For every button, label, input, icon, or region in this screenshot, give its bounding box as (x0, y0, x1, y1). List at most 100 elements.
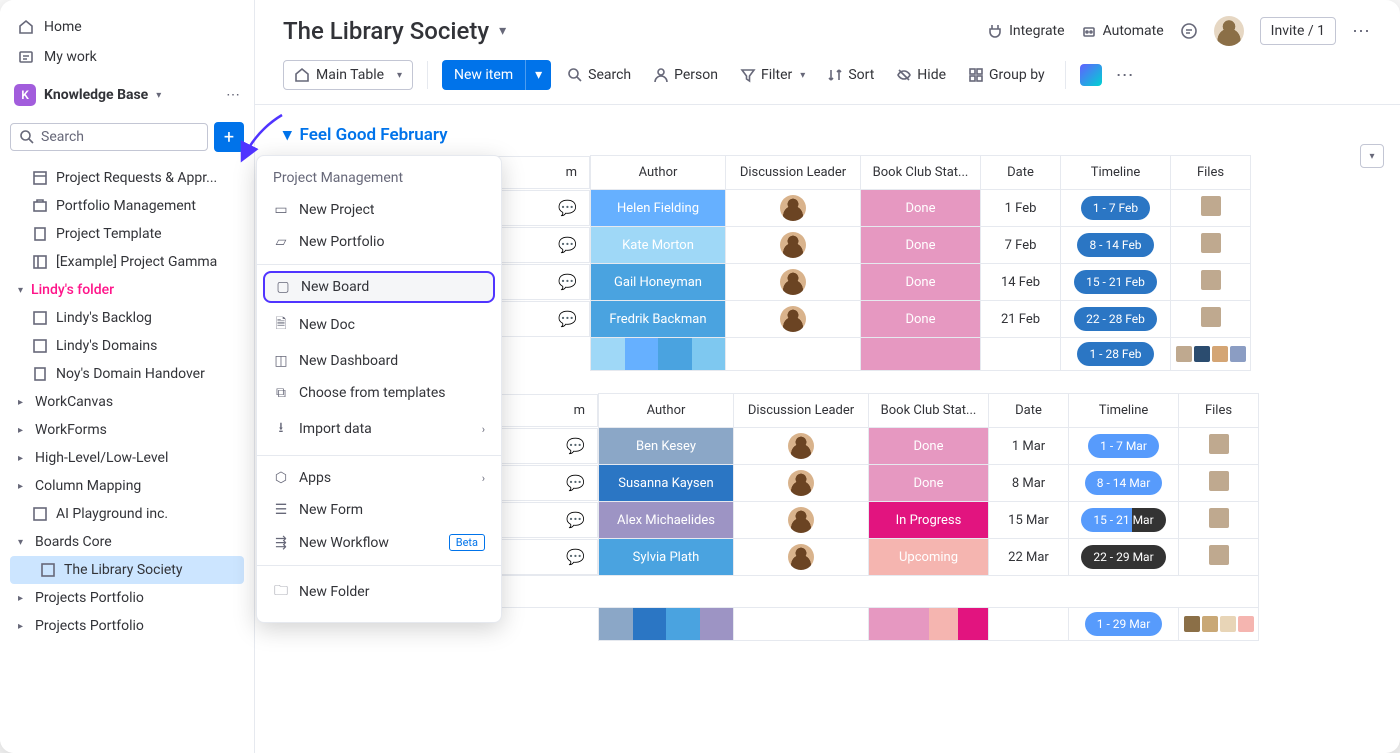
leader-cell[interactable] (726, 190, 861, 227)
chat-icon[interactable]: 💬 (566, 511, 585, 529)
add-button[interactable]: + (214, 122, 244, 152)
header-more[interactable]: ⋯ (1352, 21, 1372, 42)
timeline-cell[interactable]: 22 - 29 Mar (1069, 539, 1179, 576)
timeline-cell[interactable]: 8 - 14 Mar (1069, 465, 1179, 502)
collapse-toolbar[interactable]: ▾ (1360, 144, 1384, 168)
date-cell[interactable]: 1 Mar (989, 428, 1069, 465)
timeline-cell[interactable]: 1 - 7 Feb (1061, 190, 1171, 227)
chat-icon[interactable]: 💬 (558, 236, 577, 254)
tree-ai-playground[interactable]: AI Playground inc. (10, 500, 244, 528)
col-status[interactable]: Book Club Stat... (869, 394, 989, 428)
tree-boards-core[interactable]: ▾Boards Core (10, 528, 244, 556)
author-cell[interactable]: Kate Morton (591, 227, 726, 264)
tree-workforms[interactable]: ▸WorkForms (10, 416, 244, 444)
col-leader[interactable]: Discussion Leader (726, 156, 861, 190)
popup-apps[interactable]: ⬡Apps› (257, 462, 501, 494)
tree-projects-portfolio-2[interactable]: ▸Projects Portfolio (10, 612, 244, 640)
workspace-row[interactable]: K Knowledge Base ▾ ⋯ (10, 72, 244, 114)
timeline-cell[interactable]: 1 - 7 Mar (1069, 428, 1179, 465)
col-author[interactable]: Author (599, 394, 734, 428)
files-cell[interactable] (1179, 502, 1259, 539)
popup-new-portfolio[interactable]: ▱New Portfolio (257, 226, 501, 258)
tree-highlow[interactable]: ▸High-Level/Low-Level (10, 444, 244, 472)
author-cell[interactable]: Helen Fielding (591, 190, 726, 227)
group-toggle-feb[interactable]: ▾ Feel Good February (283, 121, 1400, 155)
integrate-link[interactable]: Integrate (987, 23, 1065, 39)
files-cell[interactable] (1171, 264, 1251, 301)
tool-person[interactable]: Person (647, 63, 724, 87)
date-cell[interactable]: 14 Feb (981, 264, 1061, 301)
popup-new-workflow[interactable]: ⇶New WorkflowBeta (257, 526, 501, 559)
board-title[interactable]: The Library Society (283, 17, 489, 45)
new-item-button[interactable]: New item ▾ (442, 60, 551, 90)
col-status[interactable]: Book Club Stat... (861, 156, 981, 190)
author-cell[interactable]: Ben Kesey (599, 428, 734, 465)
col-date[interactable]: Date (989, 394, 1069, 428)
files-cell[interactable] (1171, 301, 1251, 338)
popup-choose-templates[interactable]: ⧉Choose from templates (257, 377, 501, 409)
leader-cell[interactable] (734, 539, 869, 576)
status-cell[interactable]: Done (861, 264, 981, 301)
date-cell[interactable]: 15 Mar (989, 502, 1069, 539)
popup-new-dashboard[interactable]: ◫New Dashboard (257, 345, 501, 377)
popup-new-doc[interactable]: 🗎New Doc (257, 305, 501, 345)
files-cell[interactable] (1179, 428, 1259, 465)
ai-assistant-button[interactable] (1080, 64, 1102, 86)
tree-projects-portfolio-1[interactable]: ▸Projects Portfolio (10, 584, 244, 612)
files-cell[interactable] (1171, 190, 1251, 227)
tree-workcanvas[interactable]: ▸WorkCanvas (10, 388, 244, 416)
status-cell[interactable]: Done (861, 301, 981, 338)
tool-groupby[interactable]: Group by (962, 63, 1051, 87)
tree-library-society[interactable]: The Library Society (10, 556, 244, 584)
sidebar-search[interactable]: Search (10, 123, 208, 151)
status-cell[interactable]: Done (861, 190, 981, 227)
popup-new-project[interactable]: ▭New Project (257, 194, 501, 226)
tree-lindys-backlog[interactable]: Lindy's Backlog (10, 304, 244, 332)
leader-cell[interactable] (734, 428, 869, 465)
date-cell[interactable]: 7 Feb (981, 227, 1061, 264)
tree-example-gamma[interactable]: [Example] Project Gamma (10, 248, 244, 276)
popup-new-form[interactable]: ☰New Form (257, 494, 501, 526)
tree-column-mapping[interactable]: ▸Column Mapping (10, 472, 244, 500)
col-author[interactable]: Author (591, 156, 726, 190)
status-cell[interactable]: Done (861, 227, 981, 264)
date-cell[interactable]: 1 Feb (981, 190, 1061, 227)
leader-cell[interactable] (734, 465, 869, 502)
chat-icon[interactable]: 💬 (566, 474, 585, 492)
chat-icon[interactable] (1180, 22, 1198, 40)
leader-cell[interactable] (734, 502, 869, 539)
timeline-cell[interactable]: 22 - 28 Feb (1061, 301, 1171, 338)
popup-new-folder[interactable]: 🗀New Folder (257, 572, 501, 612)
tree-noys-handover[interactable]: Noy's Domain Handover (10, 360, 244, 388)
popup-import-data[interactable]: ⭳Import data› (257, 409, 501, 449)
col-timeline[interactable]: Timeline (1061, 156, 1171, 190)
popup-new-board[interactable]: ▢New Board (263, 271, 495, 303)
user-avatar[interactable] (1214, 16, 1244, 46)
status-cell[interactable]: In Progress (869, 502, 989, 539)
chat-icon[interactable]: 💬 (558, 273, 577, 291)
chevron-down-icon[interactable]: ▾ (499, 23, 506, 39)
timeline-cell[interactable]: 8 - 14 Feb (1061, 227, 1171, 264)
nav-mywork[interactable]: My work (10, 42, 244, 72)
col-date[interactable]: Date (981, 156, 1061, 190)
files-cell[interactable] (1179, 465, 1259, 502)
tool-hide[interactable]: Hide (890, 63, 952, 87)
author-cell[interactable]: Alex Michaelides (599, 502, 734, 539)
date-cell[interactable]: 22 Mar (989, 539, 1069, 576)
tool-search[interactable]: Search (561, 63, 637, 87)
files-cell[interactable] (1179, 539, 1259, 576)
col-files[interactable]: Files (1179, 394, 1259, 428)
timeline-cell[interactable]: 15 - 21 Feb (1061, 264, 1171, 301)
status-cell[interactable]: Done (869, 428, 989, 465)
author-cell[interactable]: Sylvia Plath (599, 539, 734, 576)
tree-lindys-domains[interactable]: Lindy's Domains (10, 332, 244, 360)
leader-cell[interactable] (726, 227, 861, 264)
tree-project-template[interactable]: Project Template (10, 220, 244, 248)
toolbar-more[interactable]: ⋯ (1116, 65, 1136, 86)
leader-cell[interactable] (726, 264, 861, 301)
tree-lindys-folder[interactable]: ▾Lindy's folder (10, 276, 244, 304)
tree-portfolio-mgmt[interactable]: Portfolio Management (10, 192, 244, 220)
date-cell[interactable]: 21 Feb (981, 301, 1061, 338)
chat-icon[interactable]: 💬 (558, 199, 577, 217)
new-item-dropdown[interactable]: ▾ (525, 60, 551, 90)
